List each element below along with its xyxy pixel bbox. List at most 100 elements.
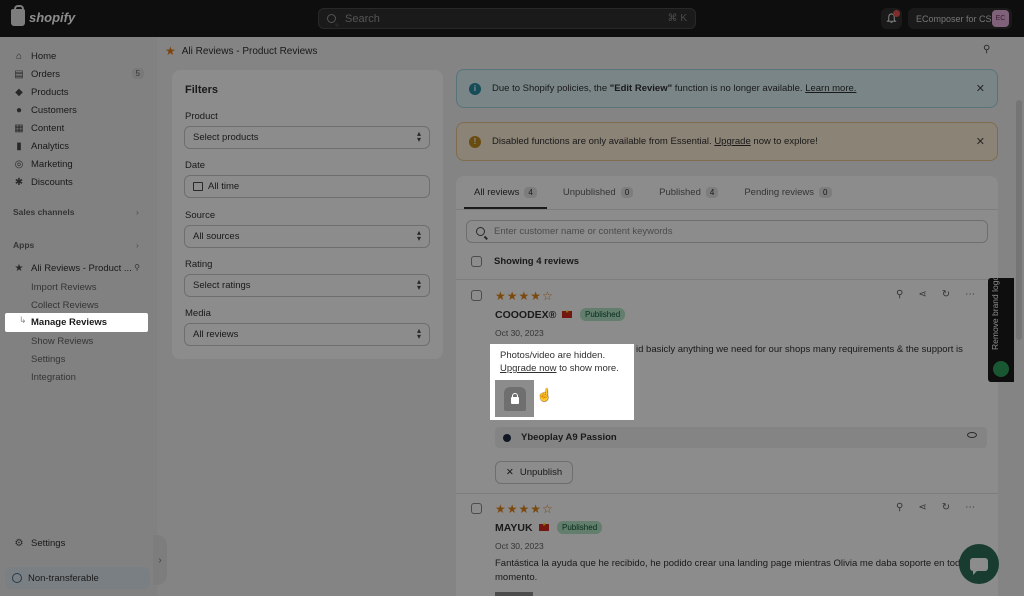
sidebar-item-label: Customers [31,104,77,116]
date-picker[interactable]: All time [184,175,430,198]
side-tab-label: Remove brand logo [990,275,1000,350]
sidebar-item-marketing[interactable]: ◎ Marketing [0,155,157,173]
select-caret-icon: ▴ ▾ [416,129,421,144]
filters-title: Filters [185,84,219,96]
product-select[interactable]: Select products ▴ ▾ [184,126,430,149]
scrollbar[interactable] [1016,100,1022,340]
sidebar-item-customers[interactable]: ● Customers [0,101,157,119]
sidebar-sub-integration[interactable]: Integration [31,372,76,383]
sidebar-item-orders[interactable]: ▤ Orders 5 [0,65,157,83]
more-icon[interactable]: ⋯ [965,289,975,300]
sales-channels-header[interactable]: Sales channels › [13,207,139,217]
chat-button[interactable] [959,544,999,584]
tab-unpublished[interactable]: Unpublished 0 [553,176,643,209]
media-placeholder-icon [503,386,526,411]
media-select[interactable]: All reviews ▴ ▾ [184,323,430,346]
search-icon [327,14,336,23]
sidebar-sub-import-reviews[interactable]: Import Reviews [31,282,96,293]
sidebar-item-label: Manage Reviews [31,317,108,328]
sidebar-item-label: Analytics [31,140,70,152]
sidebar-item-ali-reviews[interactable]: ★ Ali Reviews - Product ... ⚲ [0,259,157,277]
rating-select[interactable]: Select ratings ▴ ▾ [184,274,430,297]
search-shortcut: ⌘ K [667,13,687,24]
pin-icon[interactable]: ⚲ [983,44,990,55]
sidebar-sub-show-reviews[interactable]: Show Reviews [31,336,93,347]
gear-icon: ⚙ [14,537,24,549]
sidebar-item-home[interactable]: ⌂ Home [0,47,157,65]
chevron-right-icon: › [136,240,139,250]
divider [456,279,998,280]
pin-icon[interactable]: ⚲ [896,289,903,300]
sidebar-item-label: Content [31,122,65,134]
reply-icon[interactable]: ↻ [942,502,950,513]
sidebar-sub-collect-reviews[interactable]: Collect Reviews [31,300,99,311]
person-icon: ● [15,104,23,116]
warning-banner-text: Disabled functions are only available fr… [492,136,818,147]
unpublish-button[interactable]: ✕ Unpublish [495,461,573,484]
close-icon[interactable]: ✕ [976,135,985,148]
sidebar-item-label: Ali Reviews - Product ... [31,262,132,274]
global-search-input[interactable]: Search ⌘ K [318,8,696,29]
upgrade-link[interactable]: Upgrade [714,136,750,147]
review-date: Oct 30, 2023 [495,541,544,551]
locked-media-thumbnail[interactable] [495,380,534,417]
orders-icon: ▤ [14,68,24,80]
select-value: Select ratings [193,280,251,291]
sidebar-item-products[interactable]: ◆ Products [0,83,157,101]
chart-icon: ▮ [16,140,22,152]
source-select[interactable]: All sources ▴ ▾ [184,225,430,248]
section-label: Sales channels [13,207,75,217]
select-all-checkbox[interactable] [471,256,482,267]
shopify-logo[interactable]: shopify [11,5,75,26]
review-checkbox[interactable] [471,290,482,301]
share-icon[interactable]: ⋖ [918,289,926,300]
sidebar-item-label: Products [31,86,69,98]
sidebar-item-label: Home [31,50,57,62]
divider [456,493,998,494]
tab-pending-reviews[interactable]: Pending reviews 0 [734,176,841,209]
section-label: Apps [13,240,35,250]
store-menu-button[interactable]: EComposer for CS EC [908,8,1012,29]
store-avatar: EC [992,10,1009,27]
pin-icon[interactable]: ⚲ [896,502,903,513]
lock-icon [510,392,519,404]
reply-icon[interactable]: ↻ [942,289,950,300]
apps-header[interactable]: Apps › [13,240,139,250]
review-product[interactable]: Ybeoplay A9 Passion [495,427,987,448]
review-text: Fantástica la ayuda que he recibido, he … [495,558,966,583]
filters-card: Filters Product Select products ▴ ▾ Date … [172,70,443,359]
non-transferable-badge[interactable]: Non-transferable [5,567,150,589]
search-placeholder: Search [345,12,380,25]
discount-icon: ✱ [14,176,24,188]
warning-banner: ! Disabled functions are only available … [456,122,998,161]
review-checkbox[interactable] [471,503,482,514]
info-icon [12,573,22,583]
review-media-thumbnail[interactable] [495,592,533,596]
eye-icon[interactable] [967,432,977,438]
sidebar-item-label: Settings [31,537,66,549]
tab-all-reviews[interactable]: All reviews 4 [464,176,547,209]
media-filter-label: Media [185,308,211,319]
close-icon[interactable]: ✕ [976,82,985,95]
rating-stars: ★★★★☆ [495,289,554,303]
sidebar-item-label: Discounts [31,176,73,188]
review-search-input[interactable]: Enter customer name or content keywords [466,220,988,243]
more-icon[interactable]: ⋯ [965,502,975,513]
upgrade-now-link[interactable]: Upgrade now [500,363,557,374]
sidebar-item-analytics[interactable]: ▮ Analytics [0,137,157,155]
sidebar-sub-manage-reviews[interactable]: ↳ Manage Reviews [5,313,148,332]
sidebar-item-settings[interactable]: ⚙ Settings [0,534,157,552]
notifications-button[interactable] [881,8,902,29]
country-flag-icon [539,522,549,531]
sidebar-item-discounts[interactable]: ✱ Discounts [0,173,157,191]
app-badge-icon [993,361,1009,377]
sidebar-sub-settings[interactable]: Settings [31,354,65,365]
collapse-sidebar-handle[interactable]: › [153,535,167,585]
learn-more-link[interactable]: Learn more. [805,83,856,94]
sidebar-item-content[interactable]: ▦ Content [0,119,157,137]
tab-published[interactable]: Published 4 [649,176,728,209]
share-icon[interactable]: ⋖ [918,502,926,513]
tab-count-badge: 4 [705,187,719,198]
pin-icon[interactable]: ⚲ [130,262,144,273]
remove-brand-logo-tab[interactable]: Remove brand logo [988,275,1014,382]
